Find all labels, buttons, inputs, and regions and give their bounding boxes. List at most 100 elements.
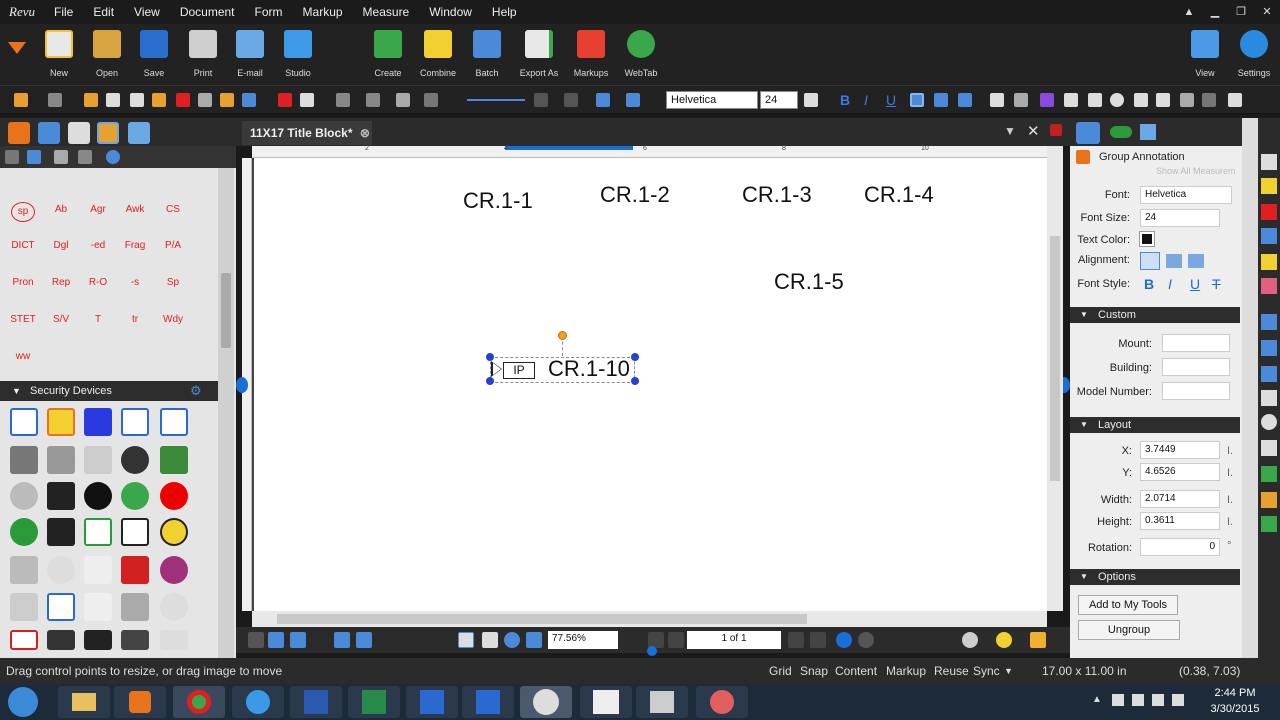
device-icon[interactable]: [47, 593, 75, 621]
font-size-select[interactable]: 24: [760, 91, 798, 109]
stamp[interactable]: Agr: [80, 204, 116, 215]
properties-gear-icon[interactable]: [1076, 122, 1100, 144]
menu-edit[interactable]: Edit: [83, 0, 124, 24]
device-icon[interactable]: [47, 630, 75, 650]
stamp[interactable]: -s: [117, 277, 153, 288]
hatch-icon[interactable]: [424, 93, 438, 107]
close-icon[interactable]: ✕: [1254, 0, 1280, 24]
stamp[interactable]: Awk: [117, 204, 153, 215]
list-icon[interactable]: [564, 93, 578, 107]
layout-icon[interactable]: [248, 632, 264, 648]
gear-icon[interactable]: ⚙: [190, 381, 202, 401]
menu-view[interactable]: View: [124, 0, 170, 24]
left-panel-toggle-icon[interactable]: [236, 377, 248, 393]
italic-icon[interactable]: I: [864, 92, 868, 108]
snap-toggle[interactable]: Snap: [800, 658, 828, 684]
stamp[interactable]: Sp: [155, 277, 191, 288]
fill-icon[interactable]: [366, 93, 380, 107]
device-icon[interactable]: [10, 408, 38, 436]
markup-label[interactable]: CR.1-4: [864, 182, 934, 208]
rotation-field[interactable]: 0: [1140, 538, 1220, 556]
internet-explorer-icon[interactable]: [232, 686, 284, 718]
back-icon[interactable]: [836, 632, 852, 648]
device-icon[interactable]: [121, 630, 149, 650]
list-icon[interactable]: [626, 93, 640, 107]
tool-icon[interactable]: [1228, 93, 1242, 107]
menu-file[interactable]: File: [44, 0, 83, 24]
resize-handle[interactable]: [486, 353, 494, 361]
align-left-icon[interactable]: [910, 93, 924, 107]
section-header[interactable]: ▼ Security Devices ⚙: [0, 381, 218, 401]
tool-icon[interactable]: [1088, 93, 1102, 107]
chrome-icon[interactable]: [173, 686, 225, 718]
device-icon[interactable]: [121, 482, 149, 510]
device-icon[interactable]: [47, 408, 75, 436]
stamp[interactable]: Rep: [43, 277, 79, 288]
strikethrough-icon[interactable]: T: [1212, 276, 1221, 292]
menu-form[interactable]: Form: [245, 0, 293, 24]
device-icon[interactable]: [10, 446, 38, 474]
panel-close-icon[interactable]: [1050, 124, 1062, 136]
font-select[interactable]: Helvetica: [666, 91, 758, 109]
device-icon[interactable]: [121, 446, 149, 474]
layout-icon[interactable]: [268, 632, 284, 648]
zoom-icon[interactable]: [504, 632, 520, 648]
device-icon[interactable]: [10, 482, 38, 510]
stamp[interactable]: Ab: [43, 204, 79, 215]
polyline-icon[interactable]: [1261, 366, 1277, 382]
stamp[interactable]: Frag: [117, 240, 153, 251]
gear-icon[interactable]: [106, 150, 120, 164]
zoom-field[interactable]: 77.56%: [548, 631, 618, 649]
collapse-icon[interactable]: ▼: [1080, 307, 1088, 323]
scroll-thumb[interactable]: [277, 614, 807, 624]
collapse-icon[interactable]: ▼: [1080, 417, 1088, 433]
polygon-icon[interactable]: [1261, 440, 1277, 456]
tool-icon[interactable]: [1064, 93, 1078, 107]
tool-icon[interactable]: [1180, 93, 1194, 107]
tool-icon[interactable]: [242, 93, 256, 107]
device-icon[interactable]: [84, 593, 112, 621]
left-panel-scrollbar[interactable]: [218, 168, 234, 658]
device-icon[interactable]: [160, 518, 188, 546]
lock-icon[interactable]: [1030, 632, 1046, 648]
tool-icon[interactable]: [54, 150, 68, 164]
device-icon[interactable]: [160, 630, 188, 650]
close-tab-icon[interactable]: ⊗: [360, 126, 370, 140]
ellipse-icon[interactable]: [1261, 414, 1277, 430]
device-icon[interactable]: [84, 446, 112, 474]
markup-toggle[interactable]: Markup: [886, 658, 926, 684]
undo-icon[interactable]: [14, 93, 28, 107]
arrow-icon[interactable]: [1261, 340, 1277, 356]
markup-label[interactable]: CR.1-5: [774, 269, 844, 295]
model-number-field[interactable]: [1162, 382, 1230, 400]
scroll-thumb[interactable]: [1050, 236, 1060, 481]
resize-handle[interactable]: [486, 377, 494, 385]
lightbulb-icon[interactable]: [996, 632, 1012, 648]
tab-icon[interactable]: [38, 122, 60, 144]
user-icon[interactable]: [962, 632, 978, 648]
tool-icon[interactable]: [300, 93, 314, 107]
text-color-icon[interactable]: [804, 93, 818, 107]
last-page-icon[interactable]: [810, 632, 826, 648]
measure-icon[interactable]: [1140, 124, 1156, 140]
stamp-icon[interactable]: [1261, 492, 1277, 508]
tool-icon[interactable]: [1261, 178, 1277, 194]
tab-icon[interactable]: [68, 122, 90, 144]
paste-icon[interactable]: [130, 93, 144, 107]
tool-chest-icon[interactable]: [97, 122, 119, 144]
tool-icon[interactable]: [278, 93, 292, 107]
close-icon[interactable]: ✕: [1027, 122, 1040, 140]
prev-page-icon[interactable]: [668, 632, 684, 648]
bold-icon[interactable]: B: [1144, 276, 1154, 292]
format-painter-icon[interactable]: [152, 93, 166, 107]
tray-arrow-icon[interactable]: ▲: [1092, 694, 1102, 705]
stamp[interactable]: DICT: [5, 240, 41, 251]
ungroup-button[interactable]: Ungroup: [1078, 620, 1180, 640]
create-button[interactable]: Create: [360, 30, 416, 78]
device-icon[interactable]: [121, 556, 149, 584]
underline-icon[interactable]: U: [1190, 276, 1200, 292]
fit-icon[interactable]: [334, 632, 350, 648]
media-player-icon[interactable]: [114, 686, 166, 718]
studio-button[interactable]: Studio: [270, 30, 326, 78]
tool-icon[interactable]: [1261, 516, 1277, 532]
